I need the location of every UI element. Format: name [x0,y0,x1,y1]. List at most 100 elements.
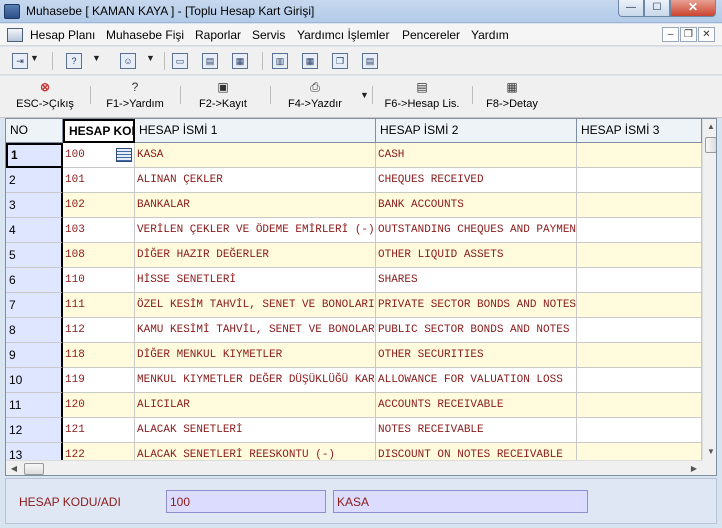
window-list-icon[interactable]: ▤ [202,53,218,69]
scroll-up-icon[interactable]: ▲ [703,119,716,135]
account-name3-cell[interactable] [577,143,702,168]
table-row[interactable]: 3 102 BANKALAR BANK ACCOUNTS [6,193,702,218]
account-name2-cell[interactable]: BANK ACCOUNTS [376,193,577,218]
list-icon[interactable]: ▤ [362,53,378,69]
account-name3-cell[interactable] [577,393,702,418]
account-code-cell[interactable]: 100 [63,143,135,168]
account-name1-cell[interactable]: ALINAN ÇEKLER [135,168,376,193]
scroll-left-icon[interactable]: ◀ [6,461,22,475]
mdi-restore-button[interactable]: ❐ [680,27,697,42]
account-code-cell[interactable]: 110 [63,268,135,293]
account-name1-cell[interactable]: ALACAK SENETLERİ [135,418,376,443]
row-number-cell[interactable]: 9 [6,343,63,368]
table-row[interactable]: 8 112 KAMU KESİMİ TAHVİL, SENET VE BONOLAR… [6,318,702,343]
account-code-cell[interactable]: 121 [63,418,135,443]
tile-icon[interactable]: ▦ [302,53,318,69]
f4-print-button[interactable]: ⎙ F4->Yazdır [282,78,348,116]
table-row[interactable]: 4 103 VERİLEN ÇEKLER VE ÖDEME EMİRLERİ (-)… [6,218,702,243]
row-number-cell[interactable]: 6 [6,268,63,293]
exit-icon[interactable]: ⇥ [12,53,28,69]
account-code-field[interactable] [166,490,326,513]
lookup-icon[interactable] [116,148,132,162]
menu-muhasebe-fisi[interactable]: Muhasebe Fişi [106,28,184,42]
row-number-cell[interactable]: 7 [6,293,63,318]
account-name1-cell[interactable]: DİĞER HAZIR DEĞERLER [135,243,376,268]
account-code-cell[interactable]: 101 [63,168,135,193]
table-row[interactable]: 10 119 MENKUL KIYMETLER DEĞER DÜŞÜKLÜĞÜ KA… [6,368,702,393]
table-row[interactable]: 2 101 ALINAN ÇEKLER CHEQUES RECEIVED [6,168,702,193]
account-code-cell[interactable]: 103 [63,218,135,243]
row-number-cell[interactable]: 8 [6,318,63,343]
table-icon[interactable]: ▦ [232,53,248,69]
vertical-scroll-thumb[interactable] [705,137,716,153]
account-name2-cell[interactable]: CASH [376,143,577,168]
account-code-cell[interactable]: 112 [63,318,135,343]
account-name3-cell[interactable] [577,368,702,393]
table-row[interactable]: 1 100 KASA CASH [6,143,702,168]
table-row[interactable]: 9 118 DİĞER MENKUL KIYMETLER OTHER SECURITI… [6,343,702,368]
chevron-down-icon[interactable]: ▼ [92,53,101,63]
account-name-field[interactable] [333,490,588,513]
horizontal-scrollbar[interactable]: ◀ ▶ [6,460,702,475]
account-name3-cell[interactable] [577,318,702,343]
column-header-name1[interactable]: HESAP İSMİ 1 [135,119,376,143]
mdi-minimize-button[interactable]: – [662,27,679,42]
account-name1-cell[interactable]: HİSSE SENETLERİ [135,268,376,293]
menu-raporlar[interactable]: Raporlar [195,28,241,42]
grid-icon[interactable]: ▥ [272,53,288,69]
account-name1-cell[interactable]: KAMU KESİMİ TAHVİL, SENET VE BONOLARI [135,318,376,343]
account-name1-cell[interactable]: VERİLEN ÇEKLER VE ÖDEME EMİRLERİ (-) [135,218,376,243]
row-number-cell[interactable]: 12 [6,418,63,443]
row-number-cell[interactable]: 1 [6,143,63,168]
account-name2-cell[interactable]: ACCOUNTS RECEIVABLE [376,393,577,418]
table-row[interactable]: 11 120 ALICILAR ACCOUNTS RECEIVABLE [6,393,702,418]
maximize-button[interactable]: ☐ [644,0,670,17]
menu-pencereler[interactable]: Pencereler [402,28,460,42]
column-header-no[interactable]: NO [6,119,63,143]
help-icon[interactable]: ? [66,53,82,69]
account-name1-cell[interactable]: ALICILAR [135,393,376,418]
column-header-code[interactable]: HESAP KODU [63,119,135,143]
chevron-down-icon[interactable]: ▼ [30,53,39,63]
account-name3-cell[interactable] [577,418,702,443]
menu-hesap-plani[interactable]: Hesap Planı [30,28,95,42]
row-number-cell[interactable]: 3 [6,193,63,218]
account-name1-cell[interactable]: ÖZEL KESİM TAHVİL, SENET VE BONOLARI [135,293,376,318]
stack-icon[interactable]: ❐ [332,53,348,69]
account-name2-cell[interactable]: PRIVATE SECTOR BONDS AND NOTES [376,293,577,318]
account-name1-cell[interactable]: KASA [135,143,376,168]
window-icon[interactable]: ▭ [172,53,188,69]
f1-help-button[interactable]: ? F1->Yardım [102,78,168,116]
chevron-down-icon[interactable]: ▼ [360,90,369,100]
minimize-button[interactable]: — [618,0,644,17]
account-name1-cell[interactable]: DİĞER MENKUL KIYMETLER [135,343,376,368]
esc-exit-button[interactable]: ⊗ ESC->Çıkış [14,78,76,116]
account-code-cell[interactable]: 118 [63,343,135,368]
account-name2-cell[interactable]: NOTES RECEIVABLE [376,418,577,443]
row-number-cell[interactable]: 2 [6,168,63,193]
f8-detail-button[interactable]: ▦ F8->Detay [480,78,544,116]
horizontal-scroll-thumb[interactable] [24,463,44,475]
vertical-scrollbar[interactable]: ▲ ▼ [702,119,716,460]
account-code-cell[interactable]: 102 [63,193,135,218]
chevron-down-icon[interactable]: ▼ [146,53,155,63]
mdi-close-button[interactable]: ✕ [698,27,715,42]
account-code-cell[interactable]: 120 [63,393,135,418]
account-name3-cell[interactable] [577,218,702,243]
account-name3-cell[interactable] [577,168,702,193]
account-name2-cell[interactable]: OTHER SECURITIES [376,343,577,368]
menu-yardim[interactable]: Yardım [471,28,509,42]
close-button[interactable]: ✕ [670,0,716,17]
table-row[interactable]: 5 108 DİĞER HAZIR DEĞERLER OTHER LIQUID ASS… [6,243,702,268]
table-row[interactable]: 7 111 ÖZEL KESİM TAHVİL, SENET VE BONOLARI… [6,293,702,318]
menu-servis[interactable]: Servis [252,28,285,42]
account-name3-cell[interactable] [577,243,702,268]
row-number-cell[interactable]: 11 [6,393,63,418]
account-name2-cell[interactable]: SHARES [376,268,577,293]
user-icon[interactable]: ☺ [120,53,136,69]
column-header-name2[interactable]: HESAP İSMİ 2 [376,119,577,143]
account-code-cell[interactable]: 111 [63,293,135,318]
account-name2-cell[interactable]: OTHER LIQUID ASSETS [376,243,577,268]
f2-save-button[interactable]: ▣ F2->Kayıt [192,78,254,116]
scroll-right-icon[interactable]: ▶ [686,461,702,475]
